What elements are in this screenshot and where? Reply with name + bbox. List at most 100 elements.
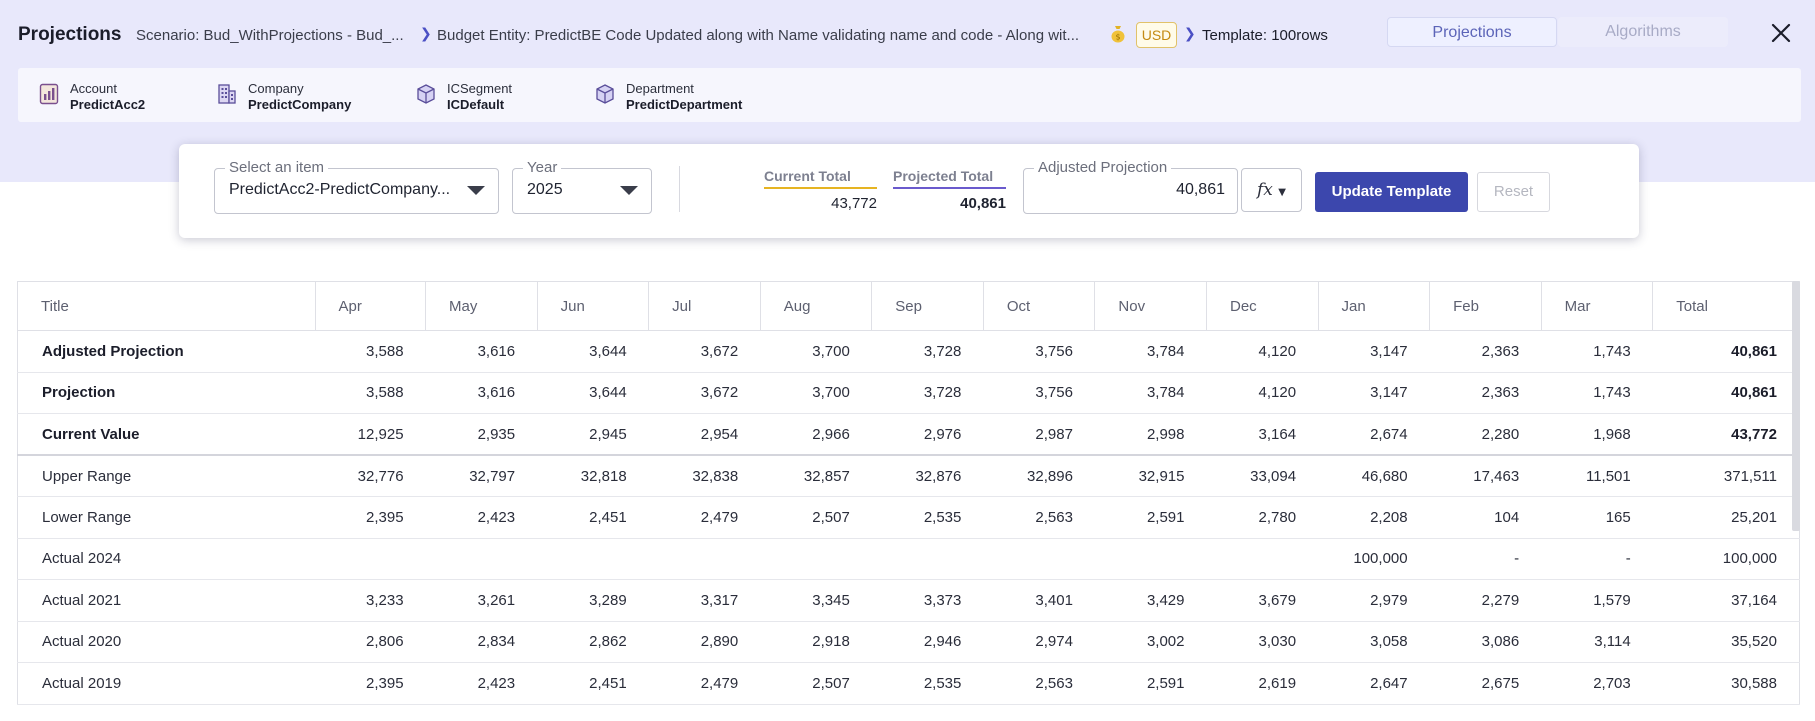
table-row[interactable]: Actual 2024 100,000- -100,000 xyxy=(17,538,1800,580)
table-cell: 2,507 xyxy=(760,496,872,539)
scenario-breadcrumb[interactable]: Scenario: Bud_WithProjections - Bud_... xyxy=(136,27,404,44)
table-cell: 32,797 xyxy=(425,455,538,497)
column-header-sep[interactable]: Sep xyxy=(871,281,984,331)
item-select[interactable]: Select an item PredictAcc2-PredictCompan… xyxy=(214,159,499,214)
table-cell: 3,784 xyxy=(1094,372,1207,414)
row-title: Adjusted Projection xyxy=(17,330,315,373)
table-cell: 2,479 xyxy=(648,662,761,705)
update-template-button[interactable]: Update Template xyxy=(1315,172,1468,212)
table-cell: 12,925 xyxy=(315,413,426,456)
table-cell: 4,120 xyxy=(1206,330,1319,373)
divider xyxy=(679,166,680,212)
column-header-nov[interactable]: Nov xyxy=(1094,281,1207,331)
table-cell xyxy=(1206,538,1319,580)
table-row[interactable]: Projection 3,588 3,616 3,644 3,672 3,700 3,728… xyxy=(17,372,1800,414)
table-row[interactable]: Actual 2021 3,233 3,261 3,289 3,317 3,345 3,37… xyxy=(17,579,1800,622)
projected-total: Projected Total 40,861 xyxy=(893,168,1006,212)
adjusted-projection-value[interactable]: 40,861 xyxy=(1176,181,1225,199)
table-row[interactable]: Actual 2019 2,395 2,423 2,451 2,479 2,507 2,53… xyxy=(17,662,1800,705)
row-title: Actual 2024 xyxy=(17,538,315,580)
table-cell: 3,289 xyxy=(537,579,649,622)
projected-total-label: Projected Total xyxy=(893,168,1006,189)
table-cell: 3,401 xyxy=(983,579,1095,622)
tab-algorithms[interactable]: Algorithms xyxy=(1558,17,1728,47)
table-row[interactable]: Adjusted Projection 3,588 3,616 3,644 3,672 3… xyxy=(17,330,1800,373)
column-header-jan[interactable]: Jan xyxy=(1317,281,1430,331)
column-header-feb[interactable]: Feb xyxy=(1429,281,1542,331)
table-cell xyxy=(1094,538,1207,580)
chevron-right-icon: ❯ xyxy=(1184,25,1196,41)
formula-button[interactable]: fx ▼ xyxy=(1241,168,1302,212)
table-cell: 11,501 xyxy=(1541,455,1653,497)
table-cell: 2,979 xyxy=(1318,579,1430,622)
table-cell: 2,674 xyxy=(1318,413,1430,456)
table-cell: 3,644 xyxy=(537,330,649,373)
table-cell: 3,756 xyxy=(983,330,1095,373)
column-header-aug[interactable]: Aug xyxy=(759,281,872,331)
table-cell: 2,945 xyxy=(537,413,649,456)
reset-button[interactable]: Reset xyxy=(1477,172,1550,212)
tab-projections[interactable]: Projections xyxy=(1387,17,1557,47)
column-header-total[interactable]: Total xyxy=(1652,281,1800,331)
column-header-may[interactable]: May xyxy=(425,281,538,331)
dimension-value: PredictAcc2 xyxy=(70,97,146,112)
table-cell: 17,463 xyxy=(1429,455,1542,497)
row-title: Projection xyxy=(17,372,315,414)
table-cell: 33,094 xyxy=(1206,455,1319,497)
table-row[interactable]: Lower Range 2,395 2,423 2,451 2,479 2,507 2,53… xyxy=(17,496,1800,539)
table-cell: 2,619 xyxy=(1206,662,1319,705)
close-icon[interactable] xyxy=(1768,20,1794,46)
table-cell: 100,000 xyxy=(1318,538,1430,580)
formula-icon: fx xyxy=(1257,180,1273,200)
table-cell: 32,818 xyxy=(537,455,649,497)
row-title: Current Value xyxy=(17,413,315,456)
chevron-down-icon[interactable] xyxy=(467,186,485,195)
table-row[interactable]: Upper Range 32,776 32,797 32,818 32,838 32,85… xyxy=(17,455,1800,497)
row-total: 25,201 xyxy=(1652,496,1800,539)
table-cell: 3,164 xyxy=(1206,413,1319,456)
table-cell: 32,876 xyxy=(871,455,984,497)
table-cell xyxy=(537,538,649,580)
table-cell: 1,579 xyxy=(1541,579,1653,622)
table-cell: 2,535 xyxy=(871,662,984,705)
column-header-jun[interactable]: Jun xyxy=(536,281,649,331)
table-cell: 2,451 xyxy=(537,662,649,705)
column-header-jul[interactable]: Jul xyxy=(648,281,761,331)
table-body: Adjusted Projection 3,588 3,616 3,644 3,672 3… xyxy=(17,330,1800,705)
current-total: Current Total 43,772 xyxy=(764,168,877,212)
column-header-title[interactable]: Title xyxy=(17,281,315,331)
table-cell: - xyxy=(1541,538,1653,580)
column-header-oct[interactable]: Oct xyxy=(982,281,1095,331)
table-cell: 2,591 xyxy=(1094,496,1207,539)
table-cell: 2,451 xyxy=(537,496,649,539)
table-cell: 3,086 xyxy=(1429,621,1542,663)
table-cell: 2,363 xyxy=(1429,330,1542,373)
table-cell xyxy=(760,538,872,580)
table-cell: 3,147 xyxy=(1318,330,1430,373)
table-cell: 2,395 xyxy=(315,496,426,539)
chevron-down-icon[interactable] xyxy=(620,186,638,195)
dimension-value: PredictCompany xyxy=(248,97,352,112)
table-cell: 2,946 xyxy=(871,621,984,663)
year-select[interactable]: Year 2025 xyxy=(512,159,652,214)
building-icon xyxy=(218,84,236,104)
table-cell: 2,280 xyxy=(1429,413,1542,456)
table-cell: 3,700 xyxy=(760,372,872,414)
row-total: 40,861 xyxy=(1652,330,1800,373)
header-bar: Projections Scenario: Bud_WithProjection… xyxy=(0,0,1815,68)
row-title: Actual 2019 xyxy=(17,662,315,705)
table-cell: 2,395 xyxy=(315,662,426,705)
column-header-mar[interactable]: Mar xyxy=(1540,281,1653,331)
table-cell: 3,147 xyxy=(1318,372,1430,414)
adjusted-projection-input[interactable]: Adjusted Projection 40,861 xyxy=(1023,159,1238,214)
template-breadcrumb[interactable]: Template: 100rows xyxy=(1202,27,1328,44)
table-row[interactable]: Actual 2020 2,806 2,834 2,862 2,890 2,918 2,94… xyxy=(17,621,1800,663)
money-bag-icon: $ xyxy=(1111,26,1125,43)
entity-breadcrumb[interactable]: Budget Entity: PredictBE Code Updated al… xyxy=(437,27,1079,44)
table-cell: 2,279 xyxy=(1429,579,1542,622)
table-row[interactable]: Current Value 12,925 2,935 2,945 2,954 2,966 2… xyxy=(17,413,1800,456)
column-header-apr[interactable]: Apr xyxy=(314,281,426,331)
table-scrollbar[interactable] xyxy=(1792,281,1800,531)
column-header-dec[interactable]: Dec xyxy=(1205,281,1319,331)
table-cell: - xyxy=(1429,538,1542,580)
